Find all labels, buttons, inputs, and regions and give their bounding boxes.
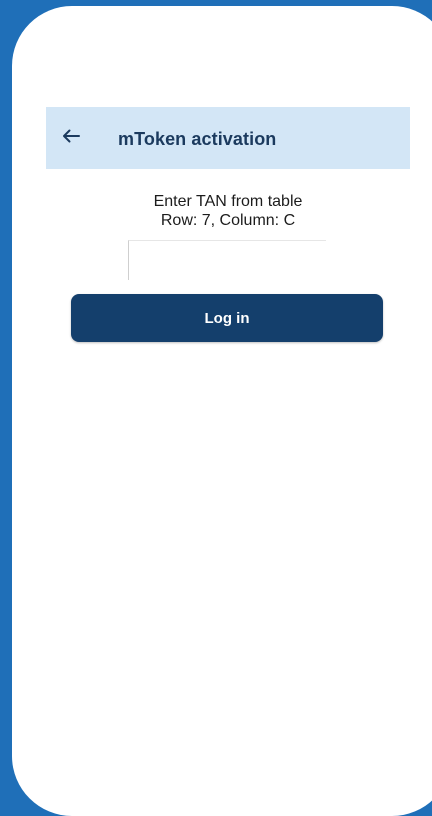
tan-instruction: Enter TAN from table Row: 7, Column: C (46, 192, 410, 230)
arrow-left-icon (62, 129, 80, 148)
instruction-line-2: Row: 7, Column: C (160, 212, 296, 229)
login-button[interactable]: Log in (71, 294, 383, 342)
back-button[interactable] (56, 123, 86, 153)
screen-content: mToken activation Enter TAN from table R… (0, 0, 432, 804)
page-title: mToken activation (118, 129, 277, 149)
app-bar: mToken activation (46, 107, 410, 169)
instruction-line-1: Enter TAN from table (153, 193, 303, 210)
tan-input[interactable] (128, 240, 326, 280)
